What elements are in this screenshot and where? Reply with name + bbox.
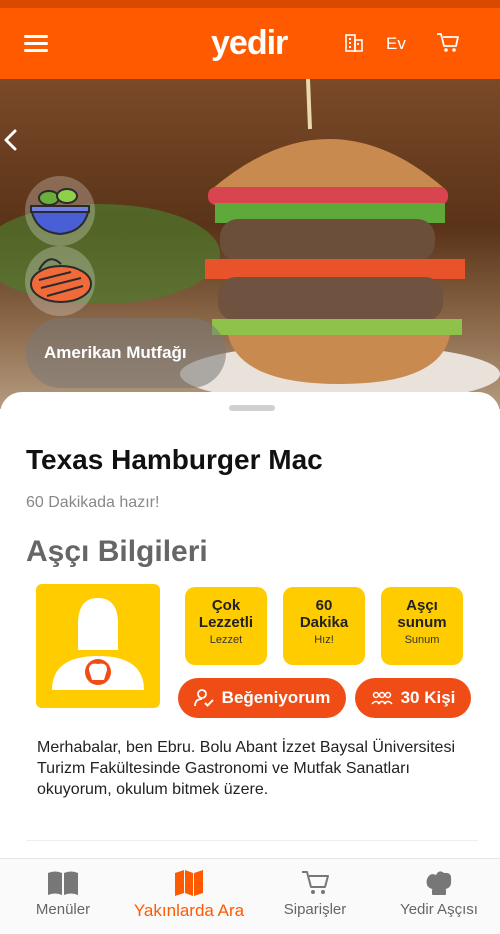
section-title: Aşçı Bilgileri [26, 535, 208, 568]
cuisine-chip[interactable]: Amerikan Mutfağı [26, 318, 226, 388]
nav-nearby[interactable]: Yakınlarda Ara [126, 859, 252, 934]
app-logo: yedir [211, 24, 288, 62]
group-icon [371, 691, 393, 705]
category-steak[interactable] [25, 246, 95, 316]
nav-orders[interactable]: Siparişler [252, 859, 378, 934]
category-salad[interactable] [25, 176, 95, 246]
stat-taste-line1: Çok [211, 597, 241, 614]
map-icon [175, 870, 203, 896]
recipe-title: Texas Hamburger Mac [26, 444, 323, 475]
stat-speed: 60 Dakika Hız! [283, 587, 365, 665]
chef-bio: Merhabalar, ben Ebru. Bolu Abant İzzet B… [37, 739, 455, 798]
people-count-label: 30 Kişi [400, 688, 456, 707]
stat-speed-line1: 60 [315, 597, 333, 614]
detail-sheet: Texas Hamburger Mac 60 Dakikada hazır! A… [0, 392, 500, 862]
like-button[interactable]: Beğeniyorum [178, 678, 346, 718]
back-icon[interactable] [0, 125, 22, 155]
nav-menus-label: Menüler [35, 901, 91, 918]
stat-speed-caption: Hız! [314, 633, 334, 646]
status-strip [0, 0, 500, 8]
people-count-button[interactable]: 30 Kişi [355, 678, 471, 718]
ready-time: 60 Dakikada hazır! [26, 494, 160, 511]
stat-presentation-caption: Sunum [404, 633, 440, 646]
app-header: yedir Ev [0, 8, 500, 79]
like-button-label: Beğeniyorum [221, 688, 331, 707]
chef-avatar [36, 584, 160, 708]
menu-icon[interactable] [24, 35, 48, 53]
steak-icon [30, 258, 92, 303]
stat-taste-caption: Lezzet [209, 633, 243, 646]
nav-chef[interactable]: Yedir Aşçısı [378, 859, 500, 934]
cart-icon[interactable] [436, 32, 460, 54]
chef-avatar-icon [52, 598, 144, 690]
nav-nearby-label: Yakınlarda Ara [133, 901, 245, 920]
divider [26, 840, 478, 841]
drag-handle[interactable] [229, 405, 275, 411]
bottom-nav: Menüler Yakınlarda Ara Siparişler Yedir … [0, 858, 500, 934]
stat-speed-line2: Dakika [299, 614, 349, 632]
stat-presentation-line2: sunum [397, 614, 447, 632]
stat-taste: Çok Lezzetli Lezzet [185, 587, 267, 665]
location-label[interactable]: Ev [386, 34, 406, 54]
nav-orders-label: Siparişler [283, 901, 347, 918]
cart-icon [302, 871, 329, 894]
book-icon [48, 871, 78, 895]
chef-hat-icon [426, 871, 452, 895]
stat-taste-line2: Lezzetli [198, 614, 254, 632]
nav-menus[interactable]: Menüler [0, 859, 126, 934]
salad-bowl-icon [29, 188, 91, 236]
stat-presentation: Aşçı sunum Sunum [381, 587, 463, 665]
hero-image: Amerikan Mutfağı [0, 79, 500, 409]
nav-chef-label: Yedir Aşçısı [400, 901, 478, 918]
user-check-icon [193, 689, 214, 707]
building-icon[interactable] [344, 33, 364, 53]
stat-presentation-line1: Aşçı [406, 597, 438, 614]
